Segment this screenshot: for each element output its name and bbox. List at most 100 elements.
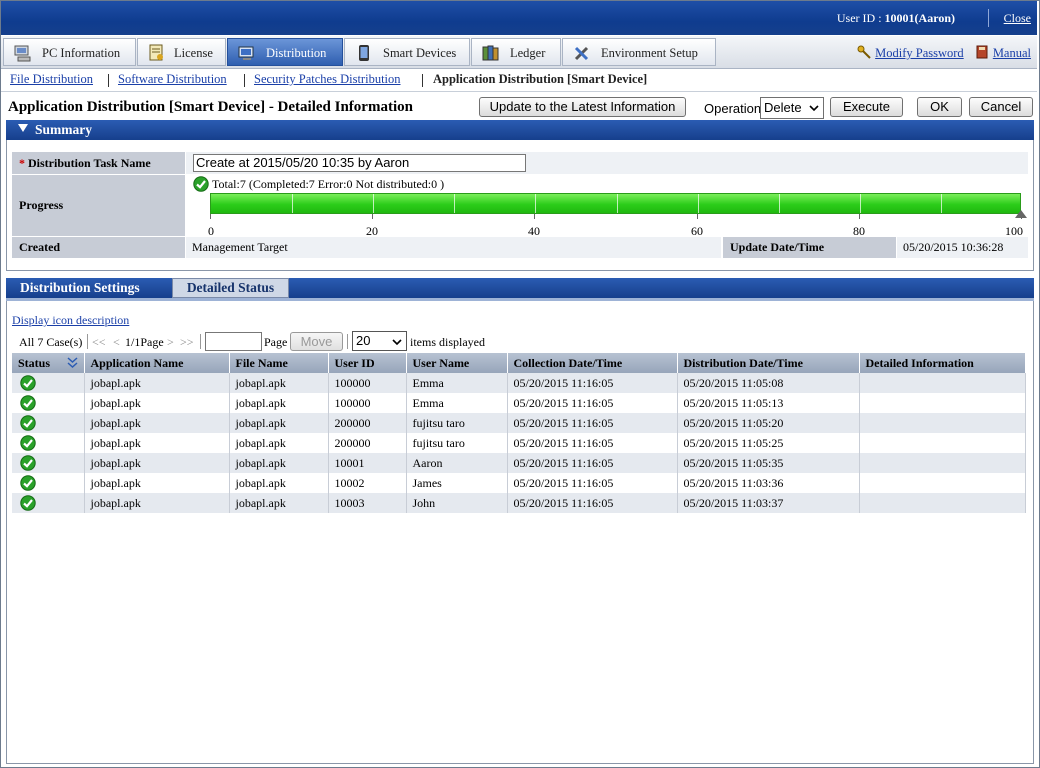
cell-distribution-datetime: 05/20/2015 11:05:13 [677, 393, 860, 413]
pc-icon [14, 45, 31, 62]
cell-application-name: jobapl.apk [84, 433, 230, 453]
cell-file-name: jobapl.apk [229, 493, 329, 513]
task-name-input[interactable]: Create at 2015/05/20 10:35 by Aaron [193, 154, 526, 172]
first-page-button[interactable]: << [92, 335, 106, 350]
column-header-file-name[interactable]: File Name [229, 353, 329, 373]
table-row[interactable]: jobapl.apk jobapl.apk 10002 James 05/20/2015… [12, 473, 1026, 493]
sort-descending-icon[interactable] [67, 356, 78, 369]
table-row[interactable]: jobapl.apk jobapl.apk 10003 John 05/20/2015 … [12, 493, 1026, 513]
task-name-label: * Distribution Task Name [12, 152, 185, 174]
close-link[interactable]: Close [1004, 11, 1031, 26]
prev-page-button[interactable]: < [113, 335, 120, 350]
current-page-crumb: Application Distribution [Smart Device] [433, 72, 648, 86]
cell-user-id: 10003 [328, 493, 407, 513]
software-distribution-link[interactable]: Software Distribution [118, 72, 227, 87]
items-displayed-label: items displayed [410, 335, 485, 349]
column-header-distribution-datetime[interactable]: Distribution Date/Time [677, 353, 860, 373]
divider [244, 74, 245, 87]
created-label: Created [12, 237, 185, 258]
completed-status-icon [20, 395, 36, 411]
ok-button[interactable]: OK [917, 97, 962, 117]
table-row[interactable]: jobapl.apk jobapl.apk 100000 Emma 05/20/2015… [12, 373, 1026, 393]
move-button[interactable]: Move [290, 332, 343, 351]
tab-smart-devices[interactable]: Smart Devices [344, 38, 470, 66]
table-row[interactable]: jobapl.apk jobapl.apk 200000 fujitsu taro 05… [12, 433, 1026, 453]
sub-navigation: File Distribution Software Distribution … [1, 69, 1037, 92]
column-header-user-id[interactable]: User ID [328, 353, 407, 373]
completed-status-icon [20, 475, 36, 491]
operation-value: Delete [764, 100, 802, 115]
scale-tick-mark [859, 214, 860, 219]
modify-password-link[interactable]: Modify Password [875, 46, 964, 60]
tab-license[interactable]: License [137, 38, 226, 66]
execute-button[interactable]: Execute [830, 97, 903, 117]
completed-status-icon [20, 455, 36, 471]
cell-user-id: 200000 [328, 433, 407, 453]
detail-tabs: Distribution Settings Detailed Status [6, 278, 1034, 298]
display-icon-description-link[interactable]: Display icon description [12, 313, 129, 328]
divider [988, 9, 989, 27]
update-latest-button[interactable]: Update to the Latest Information [479, 97, 686, 117]
page-title: Application Distribution [Smart Device] … [8, 99, 413, 115]
cell-detailed-information [859, 393, 1026, 413]
tab-ledger[interactable]: Ledger [471, 38, 561, 66]
next-page-button[interactable]: > [167, 335, 174, 350]
progress-bar [210, 193, 1021, 214]
cell-status [12, 413, 85, 433]
column-header-collection-datetime[interactable]: Collection Date/Time [507, 353, 678, 373]
cell-user-id: 100000 [328, 373, 407, 393]
tab-detailed-status[interactable]: Detailed Status [172, 278, 289, 298]
tab-pc-information[interactable]: PC Information [3, 38, 136, 66]
distribution-icon [238, 46, 254, 60]
security-patches-link[interactable]: Security Patches Distribution [254, 72, 401, 87]
divider [108, 74, 109, 87]
cell-collection-datetime: 05/20/2015 11:16:05 [507, 393, 678, 413]
progress-segment-divider [535, 194, 536, 213]
created-value: Management Target [186, 237, 721, 258]
divider [422, 74, 423, 87]
progress-label: Progress [12, 175, 185, 236]
collapse-triangle-icon [18, 124, 28, 132]
cell-file-name: jobapl.apk [229, 433, 329, 453]
cell-distribution-datetime: 05/20/2015 11:03:36 [677, 473, 860, 493]
scale-tick-mark [210, 214, 211, 219]
cancel-button[interactable]: Cancel [969, 97, 1033, 117]
chevron-down-icon [392, 339, 402, 346]
completed-status-icon [20, 495, 36, 511]
operation-select[interactable]: Delete [760, 97, 824, 119]
last-page-button[interactable]: >> [180, 335, 194, 350]
cell-file-name: jobapl.apk [229, 453, 329, 473]
progress-segment-divider [779, 194, 780, 213]
cell-status [12, 453, 85, 473]
cell-file-name: jobapl.apk [229, 413, 329, 433]
column-header-detailed-information[interactable]: Detailed Information [859, 353, 1026, 373]
tab-environment-setup[interactable]: Environment Setup [562, 38, 716, 66]
cell-status [12, 433, 85, 453]
column-header-user-name[interactable]: User Name [406, 353, 508, 373]
tab-distribution-settings[interactable]: Distribution Settings [20, 280, 140, 296]
operation-label: Operation: [704, 101, 765, 116]
cell-user-name: Emma [406, 393, 508, 413]
tools-icon [574, 46, 589, 61]
page-number-input[interactable] [205, 332, 262, 351]
manual-link[interactable]: Manual [993, 46, 1031, 60]
cell-collection-datetime: 05/20/2015 11:16:05 [507, 433, 678, 453]
table-row[interactable]: jobapl.apk jobapl.apk 200000 fujitsu taro 05… [12, 413, 1026, 433]
tab-distribution[interactable]: Distribution [227, 38, 343, 66]
cell-distribution-datetime: 05/20/2015 11:05:25 [677, 433, 860, 453]
progress-segment-divider [941, 194, 942, 213]
summary-header[interactable]: Summary [6, 120, 1034, 140]
table-row[interactable]: jobapl.apk jobapl.apk 10001 Aaron 05/20/2015… [12, 453, 1026, 473]
cell-collection-datetime: 05/20/2015 11:16:05 [507, 453, 678, 473]
cell-collection-datetime: 05/20/2015 11:16:05 [507, 373, 678, 393]
file-distribution-link[interactable]: File Distribution [10, 72, 93, 87]
items-per-page-select[interactable]: 20 [352, 331, 407, 351]
cell-user-id: 100000 [328, 393, 407, 413]
column-header-status[interactable]: Status [12, 353, 85, 373]
progress-segment-divider [698, 194, 699, 213]
table-row[interactable]: jobapl.apk jobapl.apk 100000 Emma 05/20/2015… [12, 393, 1026, 413]
cell-distribution-datetime: 05/20/2015 11:05:20 [677, 413, 860, 433]
update-datetime-label: Update Date/Time [723, 237, 896, 258]
chevron-down-icon [809, 105, 819, 112]
column-header-application-name[interactable]: Application Name [84, 353, 230, 373]
